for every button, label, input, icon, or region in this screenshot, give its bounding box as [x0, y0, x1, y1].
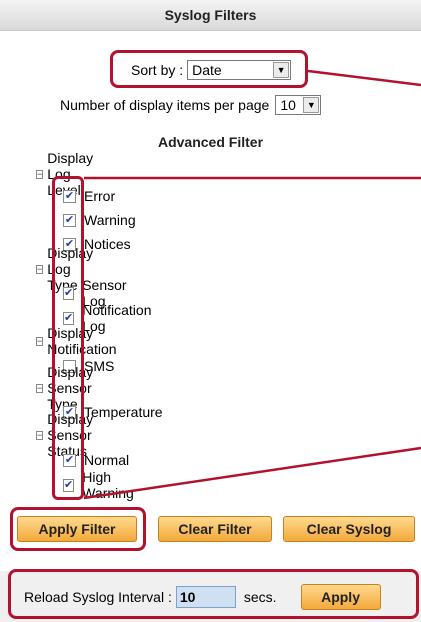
items-per-page-row: Number of display items per page 10 ▼: [60, 93, 322, 117]
reload-interval-input[interactable]: [175, 586, 236, 608]
items-per-page-value: 10: [280, 97, 296, 113]
filter-item-error[interactable]: ✔ Error: [63, 185, 115, 207]
clear-filter-button[interactable]: Clear Filter: [158, 516, 272, 542]
clear-syslog-button[interactable]: Clear Syslog: [283, 516, 415, 542]
group-display-sensor-type[interactable]: − Display Sensor Type: [36, 364, 95, 412]
sort-select-value: Date: [192, 62, 222, 78]
advanced-filter-title: Advanced Filter: [157, 134, 264, 150]
chevron-down-icon[interactable]: ▼: [273, 62, 290, 78]
item-label: Warning: [84, 212, 136, 228]
sort-label: Sort by :: [131, 62, 184, 78]
item-label: Temperature: [84, 404, 163, 420]
checkbox[interactable]: ✔: [63, 213, 76, 227]
collapse-icon[interactable]: −: [36, 383, 44, 393]
group-display-log-type[interactable]: − Display Log Type: [36, 245, 95, 293]
panel-title: Syslog Filters: [0, 0, 421, 31]
items-per-page-label: Number of display items per page: [60, 97, 270, 113]
group-display-notification[interactable]: − Display Notification: [36, 325, 118, 357]
reload-unit: secs.: [243, 589, 277, 605]
filter-item-high-warning[interactable]: ✔ High Warning: [63, 469, 136, 501]
reload-row: Reload Syslog Interval : secs. Apply: [24, 584, 381, 610]
chevron-down-icon[interactable]: ▼: [303, 97, 320, 113]
item-label: Normal: [84, 452, 130, 468]
items-per-page-select[interactable]: 10 ▼: [275, 95, 322, 115]
checkbox[interactable]: ✔: [63, 311, 75, 325]
reload-label: Reload Syslog Interval :: [24, 589, 172, 605]
filter-item-sensor-log[interactable]: ✔ Sensor Log: [63, 277, 128, 309]
filter-item-warning[interactable]: ✔ Warning: [63, 209, 136, 231]
filter-item-normal[interactable]: ✔ Normal: [63, 449, 129, 471]
checkbox[interactable]: ✔: [63, 453, 76, 467]
apply-reload-button[interactable]: Apply: [300, 584, 381, 610]
collapse-icon[interactable]: −: [36, 430, 44, 440]
collapse-icon[interactable]: −: [36, 169, 44, 179]
checkbox[interactable]: ✔: [63, 189, 76, 203]
group-label: Display Notification: [47, 325, 117, 357]
sort-select[interactable]: Date ▼: [187, 60, 292, 80]
apply-filter-button[interactable]: Apply Filter: [17, 516, 137, 542]
item-label: High Warning: [82, 469, 134, 501]
sort-row: Sort by : Date ▼: [131, 58, 292, 82]
group-display-sensor-status[interactable]: − Display Sensor Status: [36, 411, 95, 459]
checkbox[interactable]: ✔: [63, 286, 75, 300]
item-label: Error: [84, 188, 116, 204]
checkbox[interactable]: ✔: [63, 478, 75, 492]
group-display-log-level[interactable]: − Display Log Level: [36, 150, 95, 198]
syslog-filters-panel: Syslog Filters Sort by : Date ▼ Number o…: [0, 0, 421, 590]
collapse-icon[interactable]: −: [36, 264, 44, 274]
collapse-icon[interactable]: −: [36, 336, 44, 346]
